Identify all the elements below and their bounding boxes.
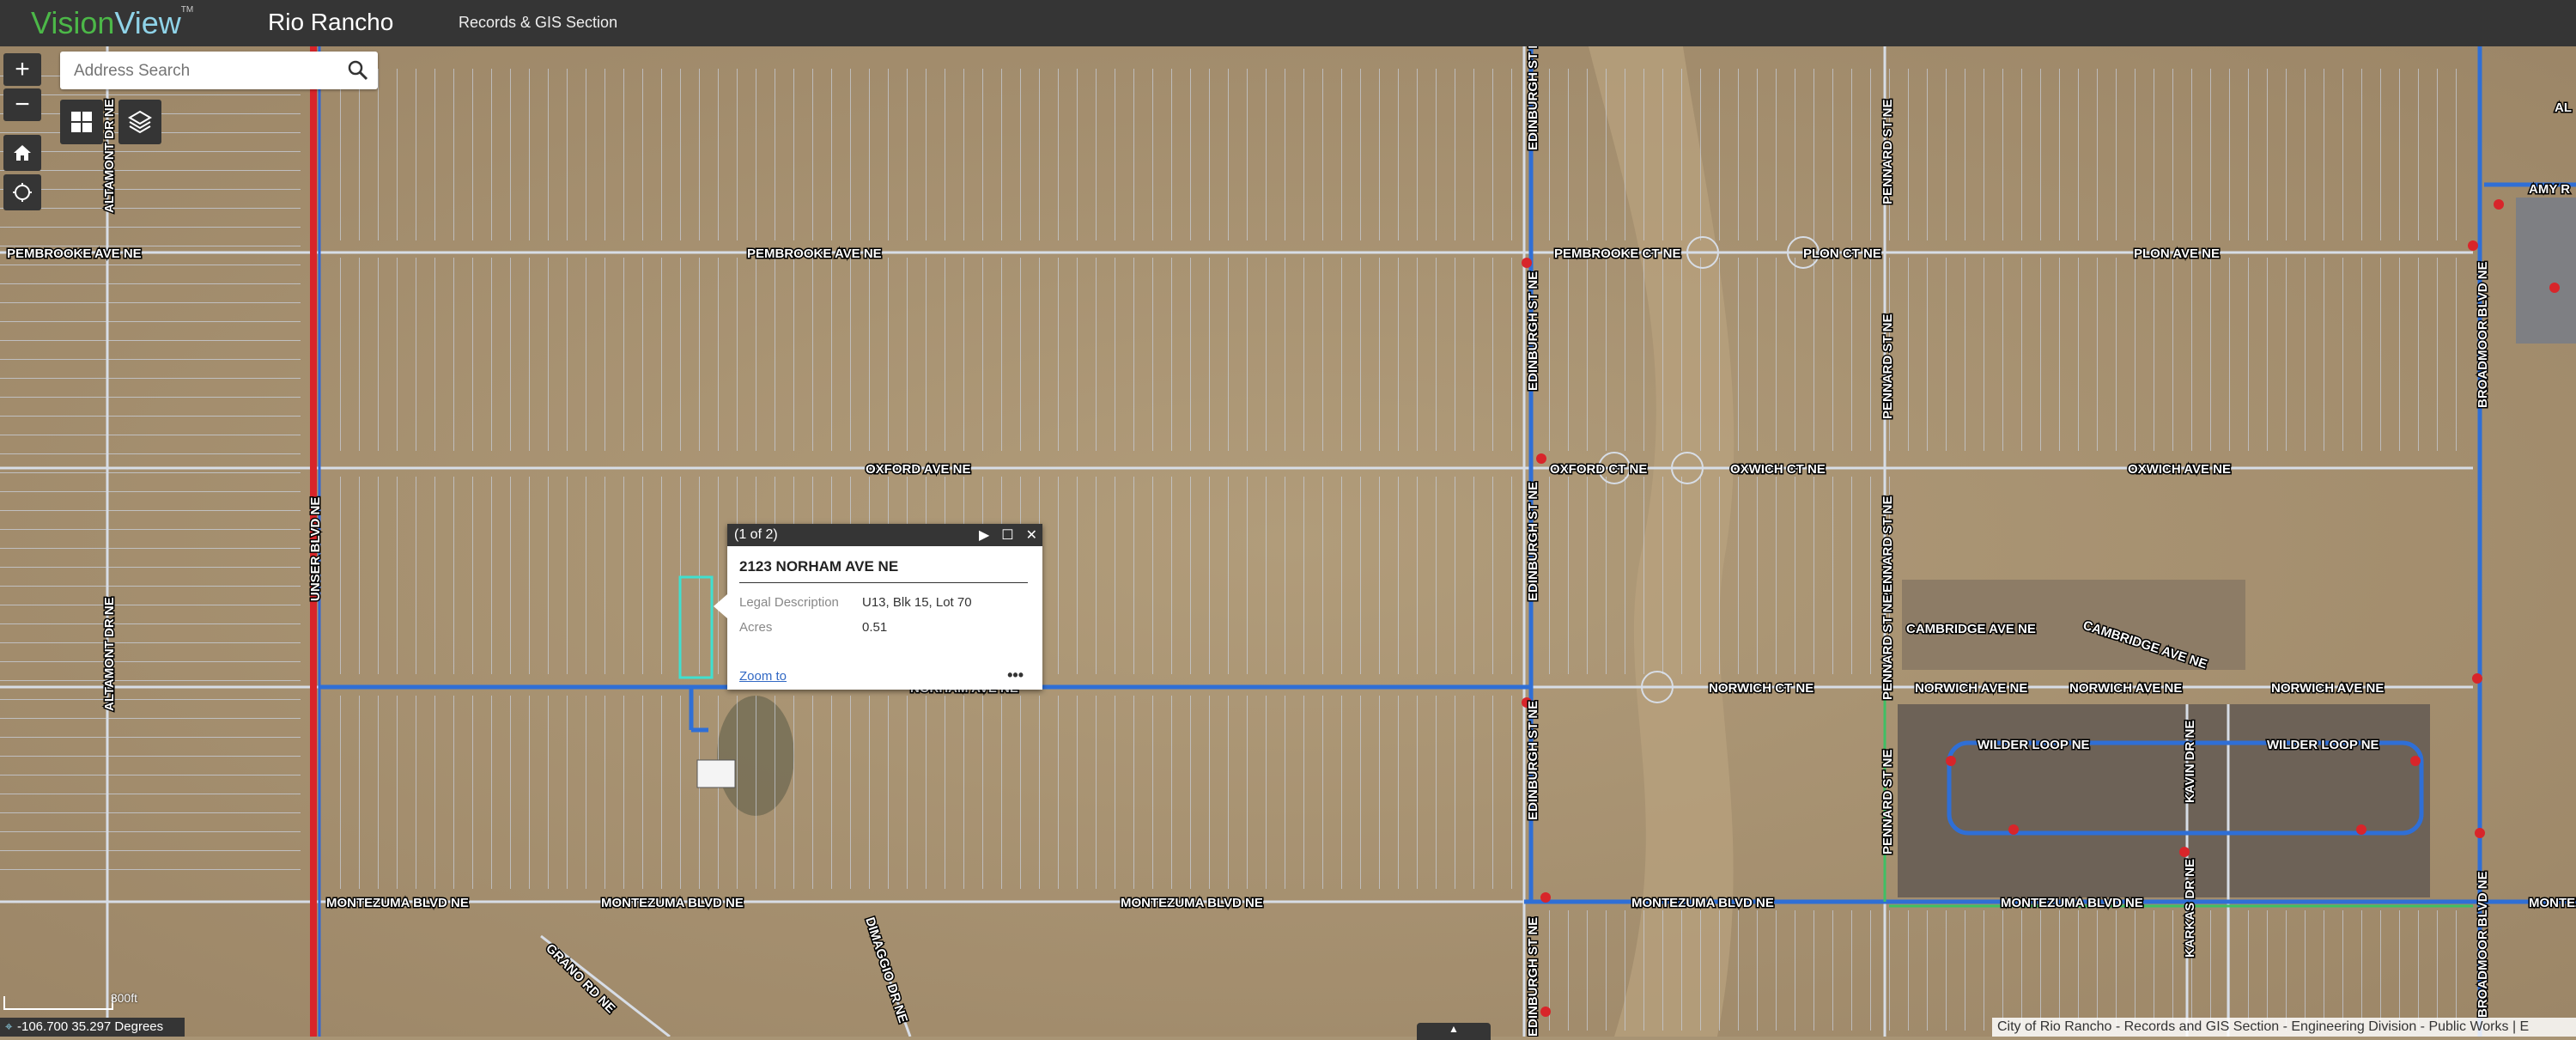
zoom-in-icon: + bbox=[15, 55, 30, 83]
label-oxwich-ave: OXWICH AVE NE bbox=[2128, 462, 2231, 477]
popup-divider bbox=[739, 582, 1028, 583]
feature-popup: (1 of 2) ▶ ☐ ✕ 2123 NORHAM AVE NE Legal … bbox=[714, 524, 1042, 690]
popup-title: 2123 NORHAM AVE NE bbox=[739, 558, 899, 575]
label-pennard-2: PENNARD ST NE bbox=[1880, 313, 1895, 419]
address-search bbox=[60, 52, 378, 89]
field-value-acres: 0.51 bbox=[862, 620, 888, 635]
label-montezuma-6: MONTEZ bbox=[2529, 896, 2576, 910]
label-unser: UNSER BLVD NE bbox=[308, 497, 323, 601]
label-broadmoor-1: BROADMOOR BLVD NE bbox=[2476, 261, 2490, 408]
label-al: AL bbox=[2555, 100, 2572, 115]
label-norwich-2: NORWICH AVE NE bbox=[2069, 681, 2182, 696]
label-pennard-5: PENNARD ST NE bbox=[1880, 749, 1895, 855]
label-pennard-1: PENNARD ST NE bbox=[1880, 99, 1895, 204]
label-montezuma-3: MONTEZUMA BLVD NE bbox=[1121, 896, 1263, 910]
search-icon[interactable] bbox=[347, 59, 369, 82]
chevron-up-icon: ▲ bbox=[1449, 1023, 1459, 1035]
city-title: Rio Rancho bbox=[268, 9, 394, 35]
grid-icon bbox=[71, 112, 92, 132]
label-amy: AMY R bbox=[2529, 182, 2570, 197]
parcel-block-west bbox=[0, 69, 301, 885]
label-plon-ct: PLON CT NE bbox=[1803, 246, 1881, 261]
label-pembrooke-c: PEMBROOKE AVE NE bbox=[747, 246, 882, 261]
label-cambridge-1: CAMBRIDGE AVE NE bbox=[1906, 622, 2036, 636]
parcel-block-4 bbox=[331, 696, 1516, 889]
label-wilder-1: WILDER LOOP NE bbox=[1978, 738, 2090, 752]
parcel-block-6 bbox=[1546, 258, 2473, 451]
label-broadmoor-2: BROADMOOR BLVD NE bbox=[2476, 871, 2490, 1018]
label-plon-ave: PLON AVE NE bbox=[2134, 246, 2220, 261]
label-pennard-4: PENNARD ST NE bbox=[1880, 594, 1895, 700]
close-icon[interactable]: ✕ bbox=[1026, 526, 1037, 544]
label-karkas: KARKAS DR NE bbox=[2183, 859, 2197, 958]
map-canvas[interactable]: PEMBROOKE AVE NE PEMBROOKE AVE NE PEMBRO… bbox=[0, 46, 2576, 1037]
layers-icon bbox=[128, 110, 152, 134]
label-edinburgh-4: EDINBURGH ST NE bbox=[1526, 701, 1540, 820]
home-icon bbox=[14, 145, 31, 161]
popup-pointer bbox=[714, 594, 727, 618]
label-oxford: OXFORD AVE NE bbox=[866, 462, 971, 477]
parcel-block-7 bbox=[1546, 477, 1906, 674]
more-actions-button[interactable]: ••• bbox=[1007, 666, 1024, 684]
subdivision-homes bbox=[1898, 704, 2430, 897]
visionview-logo: VisionViewTM bbox=[31, 5, 194, 40]
popup-header: (1 of 2) ▶ ☐ ✕ bbox=[727, 524, 1042, 546]
label-montezuma-2: MONTEZUMA BLVD NE bbox=[601, 896, 744, 910]
subdivision-east bbox=[2516, 198, 2576, 344]
label-altamont-top: ALTAMONT DR NE bbox=[102, 99, 117, 213]
label-pembrooke-w: PEMBROOKE AVE NE bbox=[7, 246, 142, 261]
building bbox=[696, 759, 736, 788]
bottom-panel-handle[interactable]: ▲ bbox=[1417, 1023, 1491, 1040]
label-norwich-ct: NORWICH CT NE bbox=[1709, 681, 1814, 696]
label-kavin: KAVIN DR NE bbox=[2183, 721, 2197, 803]
label-pembrooke-ct: PEMBROOKE CT NE bbox=[1554, 246, 1681, 261]
crosshair-icon[interactable]: ⌖ bbox=[5, 1018, 17, 1037]
layers-button[interactable] bbox=[118, 100, 161, 144]
coordinate-readout: ⌖ -106.700 35.297 Degrees bbox=[0, 1018, 185, 1037]
next-feature-icon[interactable]: ▶ bbox=[979, 526, 989, 544]
label-altamont-mid: ALTAMONT DR NE bbox=[102, 597, 117, 711]
scale-label: 300ft bbox=[110, 991, 137, 1005]
top-bar: VisionViewTM Rio Rancho Records & GIS Se… bbox=[0, 0, 2576, 46]
label-norwich-1: NORWICH AVE NE bbox=[1915, 681, 2027, 696]
label-pennard-3: PENNARD ST NE bbox=[1880, 496, 1895, 601]
label-edinburgh-5: EDINBURGH ST NE bbox=[1526, 917, 1540, 1037]
home-button[interactable] bbox=[3, 135, 41, 171]
parcel-block-5 bbox=[1546, 69, 2473, 240]
field-label-acres: Acres bbox=[739, 620, 773, 635]
locate-icon bbox=[13, 183, 32, 202]
label-oxwich-ct: OXWICH CT NE bbox=[1730, 462, 1826, 477]
attribution: City of Rio Rancho - Records and GIS Sec… bbox=[1992, 1018, 2576, 1037]
label-edinburgh-3: EDINBURGH ST NE bbox=[1526, 482, 1540, 601]
section-title: Records & GIS Section bbox=[459, 14, 618, 31]
maximize-icon[interactable]: ☐ bbox=[1001, 526, 1013, 544]
map-layer: PEMBROOKE AVE NE PEMBROOKE AVE NE PEMBRO… bbox=[0, 46, 2576, 1037]
parcel-block-1 bbox=[331, 69, 1516, 240]
coordinate-text: -106.700 35.297 Degrees bbox=[17, 1019, 164, 1034]
field-label-legal: Legal Description bbox=[739, 595, 839, 610]
search-input[interactable] bbox=[72, 58, 333, 84]
label-montezuma-5: MONTEZUMA BLVD NE bbox=[2001, 896, 2143, 910]
label-montezuma-1: MONTEZUMA BLVD NE bbox=[326, 896, 469, 910]
locate-button[interactable] bbox=[3, 174, 41, 210]
zoom-out-icon: − bbox=[15, 90, 30, 119]
parcel-block-2 bbox=[331, 258, 1516, 451]
label-montezuma-4: MONTEZUMA BLVD NE bbox=[1631, 896, 1774, 910]
zoom-in-button[interactable]: + bbox=[3, 53, 41, 86]
field-value-legal: U13, Blk 15, Lot 70 bbox=[862, 595, 972, 610]
label-oxford-ct: OXFORD CT NE bbox=[1550, 462, 1647, 477]
popup-count: (1 of 2) bbox=[734, 527, 778, 542]
parcel-block-south bbox=[1546, 910, 2473, 1031]
label-edinburgh-2: EDINBURGH ST NE bbox=[1526, 271, 1540, 391]
label-norwich-3: NORWICH AVE NE bbox=[2271, 681, 2384, 696]
scale-bar: 300ft bbox=[3, 991, 137, 1010]
zoom-out-button[interactable]: − bbox=[3, 88, 41, 121]
zoom-to-link[interactable]: Zoom to bbox=[739, 669, 787, 684]
basemap-gallery-button[interactable] bbox=[60, 100, 103, 144]
label-wilder-2: WILDER LOOP NE bbox=[2267, 738, 2379, 752]
label-edinburgh-top: EDINBURGH ST NE bbox=[1526, 46, 1540, 150]
